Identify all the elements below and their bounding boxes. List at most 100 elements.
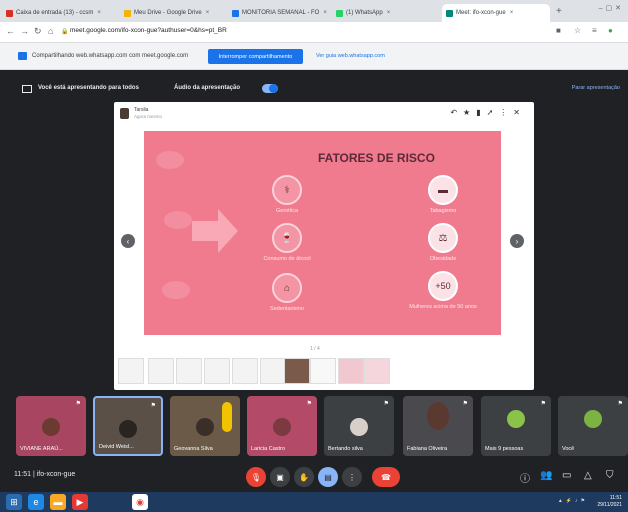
viewer-toolbar[interactable]: ↶★▮➚⋮✕ [450,108,526,117]
factor-label: Genética [275,208,298,214]
camera-button[interactable]: ▣ [270,467,290,487]
audio-toggle[interactable] [262,84,278,93]
couch-icon: ⌂ [272,273,302,303]
start-icon[interactable]: ⊞ [6,494,22,510]
taskbar-clock: 11:51 29/11/2021 [597,495,622,509]
slide-thumbnail[interactable] [338,358,364,384]
tab-gmail[interactable]: Caixa de entrada (13) - ccsm × [2,4,118,22]
chat-icon[interactable]: ▭ [562,470,571,481]
mic-off-button[interactable]: 🎙 [246,467,266,487]
media-icon[interactable]: ▶ [72,494,88,510]
participant-name: Você [562,446,575,452]
viewer-name: Tarsila [134,107,149,113]
profile-icon[interactable]: ● [608,26,613,35]
participant-tile[interactable]: ⚑ Deivid Weisl... [93,396,163,456]
tab-label: Meu Drive - Google Drive [134,10,202,16]
slide-thumbnails [114,358,534,388]
home-icon[interactable]: ⌂ [48,26,53,36]
window-controls[interactable]: –▢✕ [599,4,624,12]
gmail-icon [6,9,13,17]
pin-icon[interactable]: ⚑ [541,400,546,407]
tab-whatsapp[interactable]: (1) WhatsApp × [332,4,440,22]
raise-hand-button[interactable]: ✋ [294,467,314,487]
participant-name: Laricia Castro [251,446,285,452]
factor-genetics: ⚕ Genética [252,175,322,215]
info-icon[interactable]: ⓘ [520,470,530,485]
back-arrow-icon[interactable]: ← [6,26,15,36]
participant-tile[interactable]: ⚑ Bertando silva [324,396,394,456]
address-bar: ← → ↻ ⌂ 🔒 meet.google.com/ifo-xcon-gue?a… [0,22,628,43]
shield-icon[interactable]: ⛉ [606,470,614,481]
whatsapp-icon [336,9,343,17]
more-options-button[interactable]: ⋮ [342,467,362,487]
factor-smoking: ▬ Tabagismo [408,175,478,215]
participant-tile[interactable]: ⚑ Laricia Castro [247,396,317,456]
pin-icon[interactable]: ⚑ [618,400,623,407]
present-button[interactable]: ▤ [318,467,338,487]
tab-label: Caixa de entrada (13) - ccsm [16,10,94,16]
slide-thumbnail[interactable] [232,358,258,384]
glass-icon: 🍷 [272,223,302,253]
star-icon[interactable]: ☆ [574,26,581,35]
new-tab-button[interactable]: + [556,6,562,17]
tab-meet[interactable]: Meet: ifo-xcon-gue × [442,4,550,22]
decor-bubble [162,281,190,299]
slide-thumbnail[interactable] [204,358,230,384]
chrome-icon[interactable]: ◉ [132,494,148,510]
close-icon[interactable]: × [387,10,391,16]
slide-title: FATORES DE RISCO [318,151,435,165]
tab-drive[interactable]: Meu Drive - Google Drive × [120,4,226,22]
extensions-icon[interactable]: ≡ [592,26,597,35]
tab-label: MONITORIA SEMANAL - FO [242,10,320,16]
participant-tile[interactable]: ⚑ VIVIANE ARAÚ... [16,396,86,456]
forward-arrow-icon[interactable]: → [20,26,29,36]
factor-sedentary: ⌂ Sedentarismo [252,273,322,313]
system-tray[interactable]: ▲⚡♪⚑ [558,498,588,504]
sheets-icon [232,9,239,17]
tab-sheets[interactable]: MONITORIA SEMANAL - FO × [228,4,330,22]
presentation-bar: Você está apresentando para todos Áudio … [0,78,628,100]
participant-tile[interactable]: ⚑ Fabiana Oliveira [403,396,473,456]
avatar [427,402,449,430]
prev-slide-button[interactable]: ‹ [121,234,135,248]
factor-alcohol: 🍷 Consumo de álcool [252,223,322,263]
close-icon[interactable]: × [323,10,327,16]
pin-icon[interactable]: ⚑ [463,400,468,407]
end-call-button[interactable]: ☎ [372,467,400,487]
slide-thumbnail[interactable] [148,358,174,384]
url-input[interactable]: meet.google.com/ifo-xcon-gue?authuser=0&… [70,27,227,34]
clock-date: 29/11/2021 [597,502,622,508]
participant-tile[interactable]: Geovanna Silva [170,396,240,456]
switch-tab-link[interactable]: Ver guia web.whatsapp.com [316,53,385,59]
participant-tile-self[interactable]: ⚑ Você [558,396,628,456]
participant-name: Geovanna Silva [174,446,213,452]
pin-icon[interactable]: ⚑ [384,400,389,407]
people-icon[interactable]: 👥 [540,470,552,481]
participant-tile-more[interactable]: ⚑ Mais 9 pessoas [481,396,551,456]
stop-presenting-button[interactable]: Parar apresentação [572,85,620,91]
activities-icon[interactable]: △ [584,470,592,481]
reload-icon[interactable]: ↻ [34,26,42,37]
close-icon[interactable]: × [206,10,210,16]
close-icon[interactable]: × [97,10,101,16]
decor-bubble [156,151,184,169]
slide-thumbnail[interactable] [310,358,336,384]
pin-icon[interactable]: ⚑ [307,400,312,407]
slide-thumbnail[interactable] [364,358,390,384]
factor-label: Mulheres acima de 50 anos [409,304,477,310]
pin-icon[interactable]: ⚑ [151,402,156,409]
slide-thumbnail[interactable] [284,358,310,384]
avatar [507,410,525,428]
folder-icon[interactable]: ▬ [50,494,66,510]
browser-icon[interactable]: e [28,494,44,510]
presenting-text: Você está apresentando para todos [38,85,139,91]
slide-thumbnail[interactable] [176,358,202,384]
next-slide-button[interactable]: › [510,234,524,248]
close-icon[interactable]: × [510,10,514,16]
stop-sharing-button[interactable]: Interromper compartilhamento [208,49,303,64]
pin-icon[interactable]: ⚑ [76,400,81,407]
participant-name: Deivid Weisl... [99,444,134,450]
slide-thumbnail[interactable] [118,358,144,384]
camera-icon[interactable]: ■ [556,26,561,35]
slide-thumbnail[interactable] [260,358,286,384]
